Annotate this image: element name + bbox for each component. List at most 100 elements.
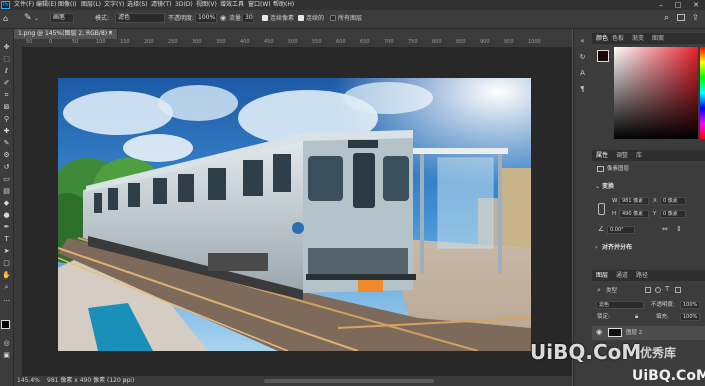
gradient-tool-icon[interactable]: ▤ — [2, 187, 11, 196]
menu-edit[interactable]: 编辑(E) — [36, 0, 56, 10]
link-dimensions-icon[interactable] — [598, 203, 605, 215]
height-input[interactable]: 490 像素 — [619, 210, 649, 218]
menu-layer[interactable]: 图层(L) — [81, 0, 101, 10]
menu-file[interactable]: 文件(F) — [14, 0, 34, 10]
visibility-eye-icon[interactable]: ◉ — [596, 328, 602, 337]
tab-layers[interactable]: 图层 — [596, 271, 608, 281]
document-image[interactable] — [58, 78, 531, 351]
filter-shape-icon[interactable] — [675, 287, 681, 293]
zoom-tool-icon[interactable]: ⌕ — [2, 283, 11, 292]
maximize-button[interactable]: □ — [672, 0, 684, 10]
crop-tool-icon[interactable]: ⌗ — [2, 91, 11, 100]
angle-input[interactable]: 0.00° — [607, 226, 635, 234]
color-picker-field[interactable] — [614, 47, 698, 139]
lasso-tool-icon[interactable]: ℓ — [2, 67, 11, 76]
panel-foreground-swatch[interactable] — [597, 50, 609, 62]
foreground-color-swatch[interactable] — [1, 320, 10, 329]
menu-help[interactable]: 帮助(H) — [273, 0, 294, 10]
flip-horizontal-icon[interactable]: ⇔ — [662, 225, 668, 234]
tab-adjustments[interactable]: 调整 — [616, 151, 628, 161]
menu-type[interactable]: 文字(Y) — [104, 0, 124, 10]
healing-brush-tool-icon[interactable]: ✚ — [2, 127, 11, 136]
layer-blend-mode-select[interactable]: 滤色 — [596, 301, 644, 309]
home-icon[interactable]: ⌂ — [3, 14, 8, 23]
tab-channels[interactable]: 通道 — [616, 271, 628, 281]
character-panel-icon[interactable]: A — [578, 69, 587, 78]
layer-name[interactable]: 图层 2 — [626, 329, 642, 337]
rectangle-tool-icon[interactable]: ▢ — [2, 259, 11, 268]
menu-select[interactable]: 选择(S) — [127, 0, 148, 10]
checkbox-1[interactable] — [262, 15, 268, 21]
tab-patterns[interactable]: 图案 — [652, 34, 664, 44]
quick-select-tool-icon[interactable]: ✐ — [2, 79, 11, 88]
filter-kind-label[interactable]: 类型 — [606, 287, 617, 295]
history-panel-icon[interactable]: ↻ — [578, 53, 587, 62]
screen-mode-icon[interactable]: ▣ — [2, 351, 11, 360]
history-brush-tool-icon[interactable]: ↺ — [2, 163, 11, 172]
eraser-tool-icon[interactable]: ▭ — [2, 175, 11, 184]
tab-libraries[interactable]: 库 — [636, 151, 642, 161]
y-input[interactable]: 0 像素 — [660, 210, 686, 218]
workspace-icon[interactable] — [677, 14, 685, 21]
fill-input[interactable]: 100% — [680, 313, 700, 321]
x-input[interactable]: 0 像素 — [660, 197, 686, 205]
pen-tool-icon[interactable]: ✒ — [2, 223, 11, 232]
minimize-button[interactable]: – — [655, 0, 667, 10]
search-icon[interactable]: ⌕ — [664, 13, 669, 23]
menu-3d[interactable]: 3D(D) — [175, 0, 193, 10]
tab-gradients[interactable]: 渐变 — [632, 34, 644, 44]
tab-paths[interactable]: 路径 — [636, 271, 648, 281]
brush-preset-field[interactable]: 画笔 — [50, 13, 74, 23]
zoom-level[interactable]: 145.4% — [17, 376, 40, 386]
hue-slider[interactable] — [700, 47, 705, 139]
dodge-tool-icon[interactable]: ● — [2, 211, 11, 220]
close-button[interactable]: ✕ — [690, 0, 702, 10]
flow-input[interactable]: 30 — [242, 13, 254, 23]
filter-type-icon[interactable]: T — [665, 285, 669, 294]
marquee-tool-icon[interactable]: ⬚ — [2, 55, 11, 64]
brush-tool-icon[interactable]: ✎ — [2, 139, 11, 148]
menu-view[interactable]: 视图(V) — [196, 0, 217, 10]
document-tab[interactable]: 1.png @ 145%(图层 2, RGB/8) * × — [14, 29, 118, 39]
brush-preset-icon[interactable]: ✎ — [24, 13, 32, 23]
horizontal-scrollbar[interactable] — [264, 379, 434, 383]
blend-mode-select[interactable]: 滤色 — [115, 13, 165, 23]
paragraph-panel-icon[interactable]: ¶ — [578, 85, 587, 94]
hand-tool-icon[interactable]: ✋ — [2, 271, 11, 280]
checkbox-2[interactable] — [298, 15, 304, 21]
more-tools-icon[interactable]: … — [2, 295, 11, 304]
close-tab-icon[interactable]: × — [108, 29, 113, 39]
status-menu-arrow[interactable]: › — [124, 376, 126, 386]
path-select-tool-icon[interactable]: ➤ — [2, 247, 11, 256]
photoshop-logo[interactable]: Ps — [1, 1, 10, 9]
transform-chevron-icon[interactable]: ⌄ — [595, 182, 600, 191]
filter-adjust-icon[interactable] — [655, 287, 661, 293]
tab-properties[interactable]: 属性 — [596, 151, 608, 161]
opacity-input[interactable]: 100% — [195, 13, 217, 23]
layer-row[interactable]: ◉ 图层 2 — [592, 326, 705, 340]
layer-thumbnail[interactable] — [608, 328, 622, 337]
checkbox-3[interactable] — [330, 15, 336, 21]
align-chevron-icon[interactable]: › — [595, 243, 597, 252]
flip-vertical-icon[interactable]: ⇕ — [676, 225, 682, 234]
opacity-pressure-icon[interactable]: ◉ — [220, 14, 226, 23]
lock-icon[interactable]: 🔒︎ — [635, 313, 638, 321]
layer-opacity-input[interactable]: 100% — [680, 301, 700, 309]
preset-picker-chevron-icon[interactable]: ⌄ — [34, 14, 39, 23]
frame-tool-icon[interactable]: ⊠ — [2, 103, 11, 112]
tab-swatches[interactable]: 色板 — [612, 34, 624, 44]
menu-filter[interactable]: 滤镜(T) — [151, 0, 171, 10]
eyedropper-tool-icon[interactable]: ⚲ — [2, 115, 11, 124]
clone-stamp-tool-icon[interactable]: ⚙ — [2, 151, 11, 160]
move-tool-icon[interactable]: ✥ — [2, 43, 11, 52]
filter-pixel-icon[interactable] — [645, 287, 651, 293]
menu-plugins[interactable]: 增效工具 — [220, 0, 244, 10]
share-icon[interactable]: ⇪ — [692, 13, 699, 23]
menu-image[interactable]: 图像(I) — [58, 0, 76, 10]
width-input[interactable]: 981 像素 — [619, 197, 649, 205]
collapse-arrows-icon[interactable]: « — [578, 37, 587, 46]
menu-window[interactable]: 窗口(W) — [248, 0, 271, 10]
blur-tool-icon[interactable]: ◆ — [2, 199, 11, 208]
quick-mask-icon[interactable]: ◎ — [2, 339, 11, 348]
type-tool-icon[interactable]: T — [2, 235, 11, 244]
